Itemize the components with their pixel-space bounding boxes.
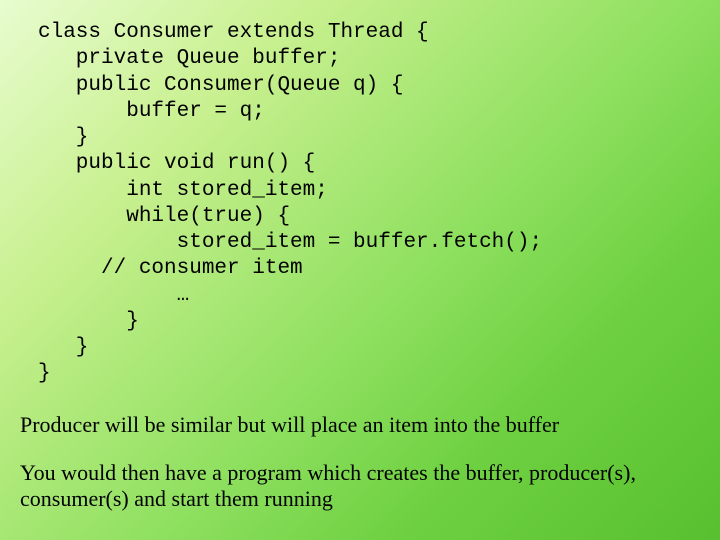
code-line: stored_item = buffer.fetch();	[38, 231, 542, 254]
code-line: // consumer item	[38, 257, 303, 280]
code-line: int stored_item;	[38, 179, 328, 202]
code-line: while(true) {	[38, 205, 290, 228]
code-line: private Queue buffer;	[38, 47, 340, 70]
code-line: }	[38, 362, 51, 385]
code-line: public Consumer(Queue q) {	[38, 74, 403, 97]
code-line: }	[38, 310, 139, 333]
code-line: …	[38, 284, 189, 307]
paragraph: Producer will be similar but will place …	[20, 412, 700, 438]
code-line: }	[38, 126, 88, 149]
code-line: public void run() {	[38, 152, 315, 175]
code-block: class Consumer extends Thread { private …	[38, 20, 700, 388]
code-line: }	[38, 336, 88, 359]
paragraph: You would then have a program which crea…	[20, 460, 700, 513]
code-line: buffer = q;	[38, 100, 265, 123]
code-line: class Consumer extends Thread {	[38, 21, 429, 44]
